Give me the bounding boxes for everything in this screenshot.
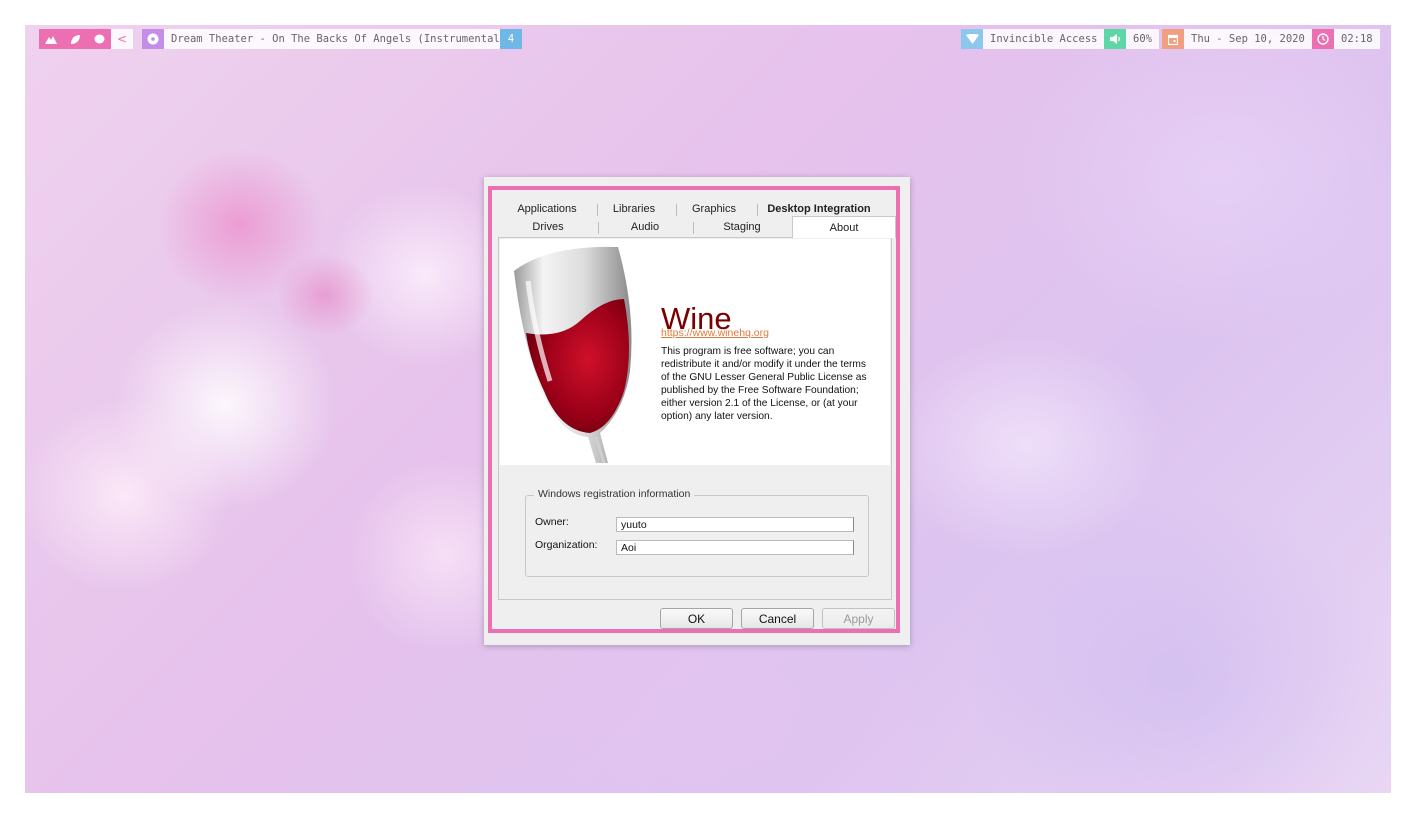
tab-libraries[interactable]: Libraries [598, 200, 670, 218]
prev-arrow-icon[interactable]: < [111, 29, 133, 49]
wine-glass-logo [514, 246, 632, 464]
wine-config-dialog: Applications Libraries Graphics Desktop … [484, 177, 910, 645]
mountain-icon[interactable] [39, 29, 63, 49]
tab-applications[interactable]: Applications [502, 200, 592, 218]
date-widget[interactable]: Thu - Sep 10, 2020 [1162, 29, 1312, 49]
ok-button[interactable]: OK [660, 608, 733, 629]
clock-time: 02:18 [1341, 33, 1373, 45]
media-title: Dream Theater - On The Backs Of Angels (… [171, 33, 507, 45]
license-text: This program is free software; you can r… [661, 346, 867, 422]
media-player-widget[interactable]: Dream Theater - On The Backs Of Angels (… [142, 29, 514, 49]
tab-staging[interactable]: Staging [694, 218, 790, 236]
leaf-icon[interactable] [63, 29, 87, 49]
organization-field[interactable]: Aoi [616, 540, 854, 555]
volume-widget[interactable]: 60% [1104, 29, 1159, 49]
clock-widget[interactable]: 02:18 [1312, 29, 1380, 49]
website-link[interactable]: https://www.winehq.org [661, 327, 769, 339]
network-widget[interactable]: Invincible Access [961, 29, 1105, 49]
network-ssid: Invincible Access [990, 33, 1098, 45]
date-text: Thu - Sep 10, 2020 [1191, 33, 1305, 45]
notification-counter[interactable]: 4 [500, 29, 522, 49]
workspace-switcher: < [39, 29, 133, 49]
registration-groupbox: Windows registration information Owner: … [525, 488, 869, 577]
tab-drives[interactable]: Drives [500, 218, 596, 236]
apply-button[interactable]: Apply [822, 608, 895, 629]
clock-icon [1312, 29, 1334, 49]
disc-icon [142, 29, 164, 49]
calendar-icon [1162, 29, 1184, 49]
tab-about[interactable]: About [792, 216, 896, 238]
organization-label: Organization: [535, 539, 598, 551]
cancel-button[interactable]: Cancel [741, 608, 814, 629]
volume-level: 60% [1133, 33, 1152, 45]
about-page: Wine https://www.winehq.org This program… [498, 237, 892, 600]
tab-audio[interactable]: Audio [599, 218, 691, 236]
registration-group-title: Windows registration information [534, 488, 695, 500]
wifi-icon [961, 29, 983, 49]
pebble-icon[interactable] [87, 29, 111, 49]
speaker-icon [1104, 29, 1126, 49]
about-banner: Wine https://www.winehq.org This program… [500, 239, 890, 465]
tab-graphics[interactable]: Graphics [677, 200, 751, 218]
owner-label: Owner: [535, 516, 569, 528]
owner-field[interactable]: yuuto [616, 517, 854, 532]
